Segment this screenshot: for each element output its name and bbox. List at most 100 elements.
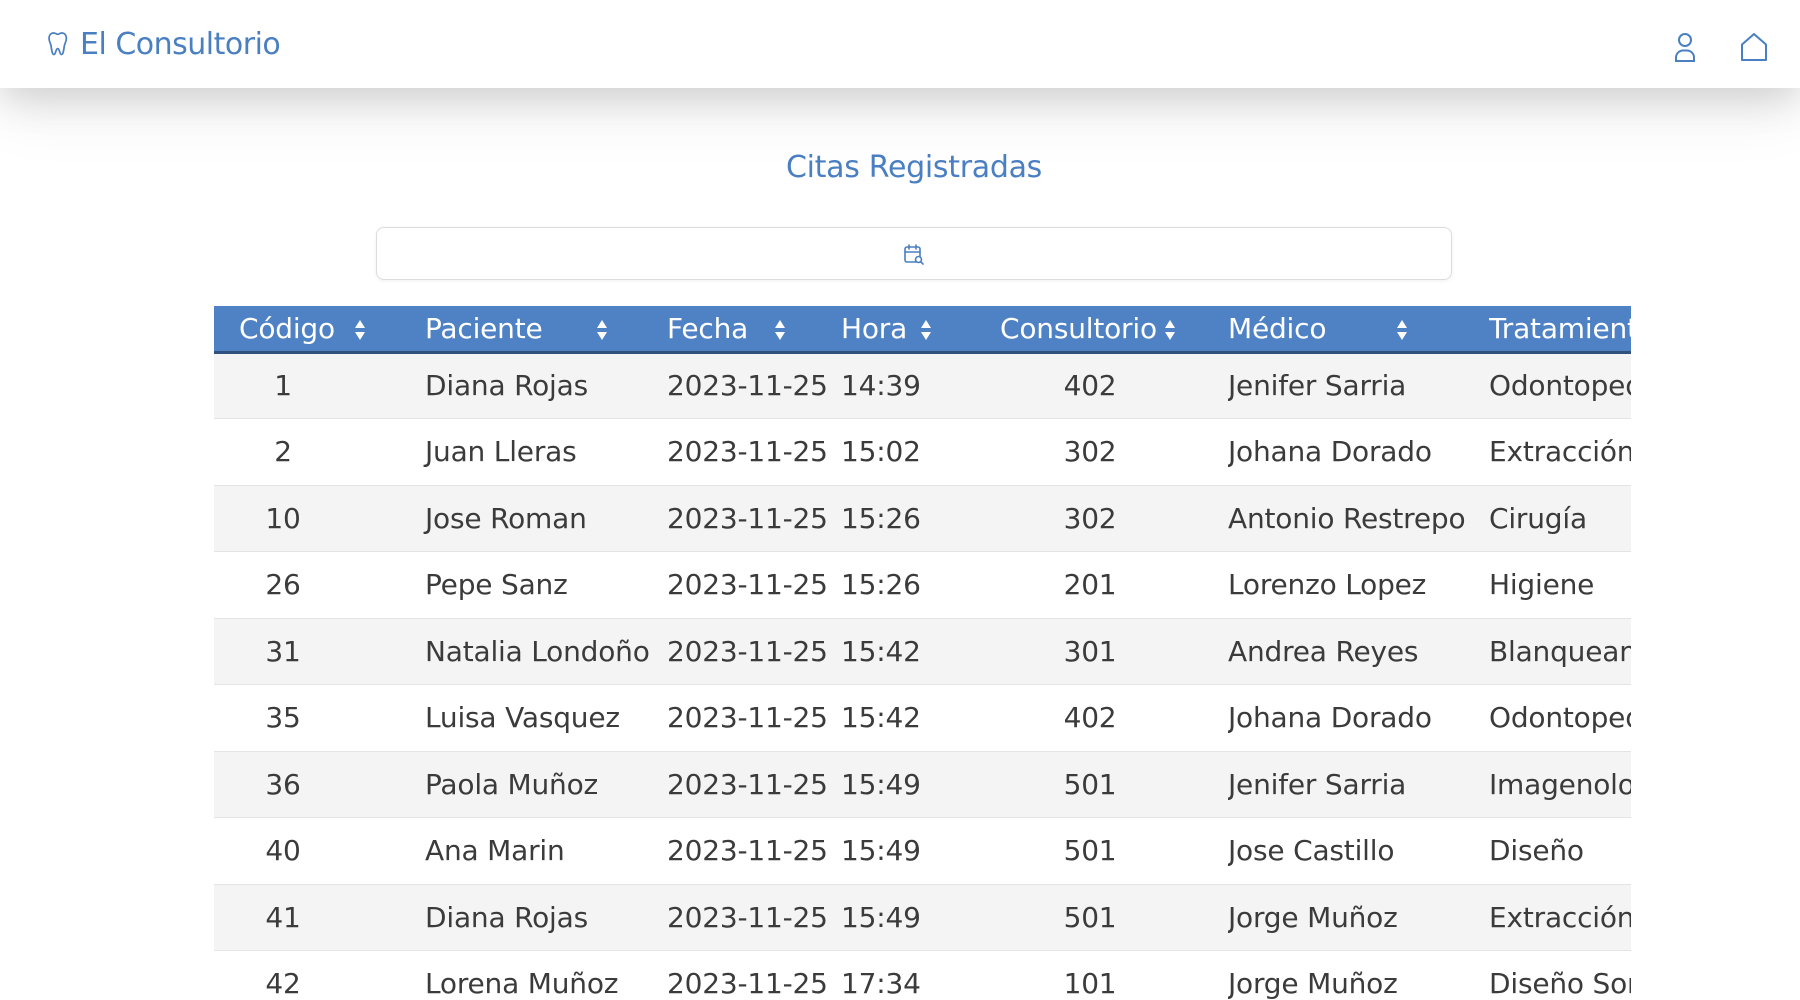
- cell-paciente: Diana Rojas: [412, 352, 667, 419]
- cell-tratamiento: Diseño: [1489, 817, 1631, 885]
- cell-consultorio: 402: [992, 352, 1228, 419]
- cell-paciente: Lorena Muñoz: [412, 950, 667, 1000]
- cell-paciente: Diana Rojas: [412, 884, 667, 951]
- cell-medico: Antonio Restrepo: [1228, 485, 1489, 552]
- brand-name: El Consultorio: [80, 26, 281, 62]
- cell-paciente: Natalia Londoño: [412, 618, 667, 685]
- cell-medico: Jenifer Sarria: [1228, 352, 1489, 419]
- sort-icon[interactable]: [1396, 317, 1408, 343]
- cell-paciente: Ana Marin: [412, 817, 667, 885]
- table-row[interactable]: 26 Pepe Sanz 2023-11-25 15:26 201 Lorenz…: [214, 551, 1631, 619]
- cell-hora: 15:42: [840, 618, 992, 685]
- cell-medico: Jorge Muñoz: [1228, 950, 1489, 1000]
- header-label: Paciente: [425, 311, 543, 345]
- cell-hora: 15:02: [840, 418, 992, 486]
- home-icon[interactable]: [1737, 28, 1771, 64]
- header-hora[interactable]: Hora: [840, 306, 992, 352]
- cell-codigo: 41: [214, 884, 412, 951]
- cell-codigo: 42: [214, 950, 412, 1000]
- sort-icon[interactable]: [596, 317, 608, 343]
- appointments-table: Código Paciente Fecha Hora Consultorio M…: [214, 306, 1631, 1000]
- header-tratamiento[interactable]: Tratamiento: [1489, 306, 1631, 352]
- header-label: Fecha: [667, 311, 749, 345]
- cell-codigo: 26: [214, 551, 412, 619]
- cell-fecha: 2023-11-25: [667, 684, 840, 752]
- cell-consultorio: 501: [992, 884, 1228, 951]
- cell-hora: 15:26: [840, 551, 992, 619]
- cell-fecha: 2023-11-25: [667, 418, 840, 486]
- cell-codigo: 40: [214, 817, 412, 885]
- sort-icon[interactable]: [774, 317, 786, 343]
- cell-consultorio: 402: [992, 684, 1228, 752]
- sort-icon[interactable]: [1164, 317, 1176, 343]
- cell-tratamiento: Higiene: [1489, 551, 1631, 619]
- cell-consultorio: 101: [992, 950, 1228, 1000]
- sort-icon[interactable]: [354, 317, 366, 343]
- page-title: Citas Registradas: [786, 150, 1042, 185]
- cell-consultorio: 201: [992, 551, 1228, 619]
- cell-codigo: 2: [214, 418, 412, 486]
- cell-medico: Johana Dorado: [1228, 684, 1489, 752]
- header-paciente[interactable]: Paciente: [412, 306, 667, 352]
- cell-hora: 14:39: [840, 352, 992, 419]
- cell-tratamiento: Odontopediatría: [1489, 352, 1631, 419]
- cell-tratamiento: Diseño Sonrisa: [1489, 950, 1631, 1000]
- cell-fecha: 2023-11-25: [667, 618, 840, 685]
- cell-consultorio: 302: [992, 485, 1228, 552]
- cell-hora: 15:49: [840, 817, 992, 885]
- cell-medico: Jorge Muñoz: [1228, 884, 1489, 951]
- brand-link[interactable]: El Consultorio: [46, 25, 281, 63]
- cell-medico: Lorenzo Lopez: [1228, 551, 1489, 619]
- table-row[interactable]: 35 Luisa Vasquez 2023-11-25 15:42 402 Jo…: [214, 684, 1631, 752]
- header-consultorio[interactable]: Consultorio: [992, 306, 1228, 352]
- header-medico[interactable]: Médico: [1228, 306, 1489, 352]
- table-row[interactable]: 31 Natalia Londoño 2023-11-25 15:42 301 …: [214, 618, 1631, 685]
- cell-fecha: 2023-11-25: [667, 817, 840, 885]
- header-fecha[interactable]: Fecha: [667, 306, 840, 352]
- cell-tratamiento: Cirugía: [1489, 485, 1631, 552]
- cell-codigo: 10: [214, 485, 412, 552]
- cell-consultorio: 301: [992, 618, 1228, 685]
- table-row[interactable]: 36 Paola Muñoz 2023-11-25 15:49 501 Jeni…: [214, 751, 1631, 818]
- table-row[interactable]: 42 Lorena Muñoz 2023-11-25 17:34 101 Jor…: [214, 950, 1631, 1000]
- cell-fecha: 2023-11-25: [667, 485, 840, 552]
- cell-codigo: 35: [214, 684, 412, 752]
- tooth-icon: [48, 32, 68, 56]
- cell-tratamiento: Imagenología: [1489, 751, 1631, 818]
- table-row[interactable]: 1 Diana Rojas 2023-11-25 14:39 402 Jenif…: [214, 352, 1631, 419]
- appointments-table-container[interactable]: Código Paciente Fecha Hora Consultorio M…: [214, 306, 1631, 1000]
- table-row[interactable]: 2 Juan Lleras 2023-11-25 15:02 302 Johan…: [214, 418, 1631, 486]
- cell-tratamiento: Blanqueamiento: [1489, 618, 1631, 685]
- header-label: Código: [239, 311, 335, 345]
- header-codigo[interactable]: Código: [214, 306, 412, 352]
- date-filter-input[interactable]: [376, 227, 1452, 280]
- header-label: Consultorio: [1000, 311, 1157, 345]
- header-label: Tratamiento: [1489, 311, 1631, 345]
- header-label: Médico: [1228, 311, 1327, 345]
- table-row[interactable]: 40 Ana Marin 2023-11-25 15:49 501 Jose C…: [214, 817, 1631, 885]
- navbar: El Consultorio: [0, 0, 1800, 88]
- cell-fecha: 2023-11-25: [667, 751, 840, 818]
- cell-fecha: 2023-11-25: [667, 884, 840, 951]
- cell-consultorio: 501: [992, 751, 1228, 818]
- cell-fecha: 2023-11-25: [667, 352, 840, 419]
- user-icon[interactable]: [1668, 28, 1702, 64]
- cell-medico: Johana Dorado: [1228, 418, 1489, 486]
- cell-paciente: Jose Roman: [412, 485, 667, 552]
- table-row[interactable]: 10 Jose Roman 2023-11-25 15:26 302 Anton…: [214, 485, 1631, 552]
- cell-paciente: Luisa Vasquez: [412, 684, 667, 752]
- cell-paciente: Paola Muñoz: [412, 751, 667, 818]
- cell-paciente: Pepe Sanz: [412, 551, 667, 619]
- cell-fecha: 2023-11-25: [667, 551, 840, 619]
- sort-icon[interactable]: [920, 317, 932, 343]
- calendar-search-icon: [904, 243, 924, 265]
- cell-consultorio: 501: [992, 817, 1228, 885]
- cell-hora: 15:49: [840, 884, 992, 951]
- cell-tratamiento: Extracción: [1489, 884, 1631, 951]
- table-header-row: Código Paciente Fecha Hora Consultorio M…: [214, 306, 1631, 352]
- cell-codigo: 36: [214, 751, 412, 818]
- cell-hora: 15:49: [840, 751, 992, 818]
- cell-tratamiento: Odontopediatría: [1489, 684, 1631, 752]
- cell-fecha: 2023-11-25: [667, 950, 840, 1000]
- table-row[interactable]: 41 Diana Rojas 2023-11-25 15:49 501 Jorg…: [214, 884, 1631, 951]
